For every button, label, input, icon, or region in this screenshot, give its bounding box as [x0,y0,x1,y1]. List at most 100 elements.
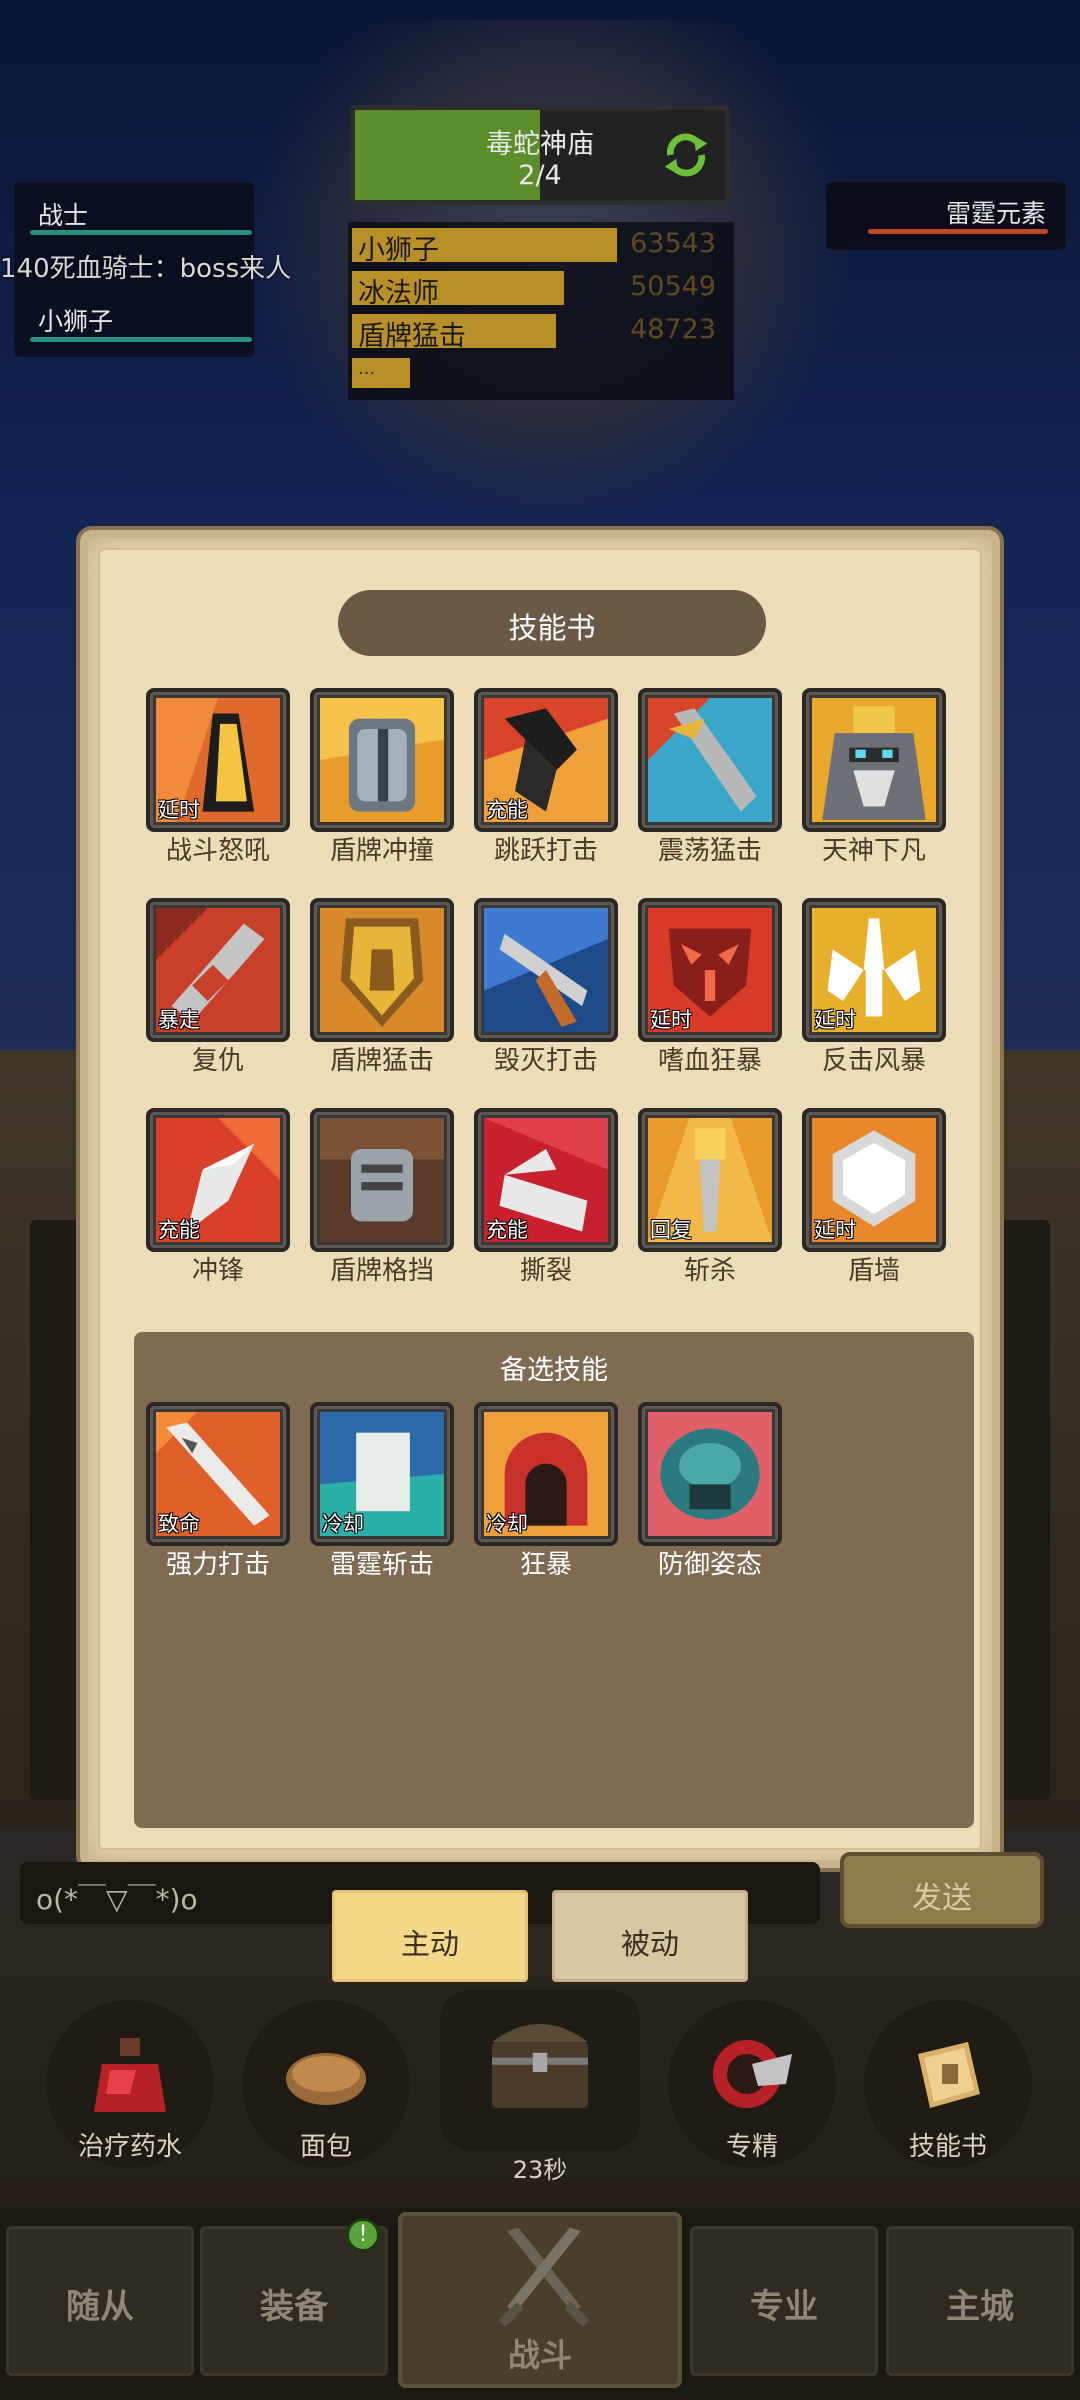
skill-slot[interactable]: 毁灭打击 [470,898,622,1076]
party-chat-message: 140死血骑士：boss来人 [0,254,292,284]
skill-name: 战斗怒吼 [165,836,270,866]
nav-followers[interactable]: 随从 [6,2226,194,2376]
skill-icon-frame: 充能 [146,1108,290,1252]
skill-book-parchment: 技能书 延时 战斗怒吼 盾牌冲撞 充能 跳跃打击 震荡猛击 天神下凡 暴走 复仇… [98,548,982,1850]
enemy-hp-bar [868,229,1048,234]
damage-ranking-panel[interactable]: 小狮子 63543 冰法师 50549 盾牌猛击 48723 ... [348,222,734,400]
skill-slot[interactable]: 充能 撕裂 [470,1108,622,1286]
chat-input-text: o(*￣▽￣*)o [36,1883,198,1916]
skill-icon-frame: 冷却 [474,1402,618,1546]
tab-passive-label: 被动 [620,1927,679,1961]
reserve-skills-panel: 备选技能 致命 强力打击 冷却 雷霆斩击 冷却 狂暴 防御姿态 [134,1332,974,1828]
damage-more-button[interactable]: ... [352,358,410,388]
treasure-chest[interactable] [440,1990,640,2150]
treasure-chest-icon [492,2024,588,2108]
skill-icon-frame [310,688,454,832]
nav-battle-label: 战斗 [507,2336,572,2374]
skill-name: 天神下凡 [821,836,926,866]
shield-charge-icon [320,698,444,822]
skill-slot[interactable]: 回复 斩杀 [634,1108,786,1286]
shield-slam-icon [320,908,444,1032]
reserve-skill-slot[interactable]: 冷却 狂暴 [470,1402,622,1580]
skill-icon-frame [474,898,618,1042]
skill-name: 毁灭打击 [493,1046,598,1076]
skill-slot[interactable]: 天神下凡 [798,688,950,866]
shockwave-slam-icon [648,698,772,822]
crossed-swords-icon [498,2227,590,2327]
skill-icon-frame: 充能 [474,688,618,832]
skill-book-title: 技能书 [508,611,596,645]
bread-icon [286,2053,366,2105]
equipment-notification-badge: ! [346,2218,380,2252]
skill-slot[interactable]: 盾牌猛击 [306,898,458,1076]
reserve-skill-slot[interactable]: 冷却 雷霆斩击 [306,1402,458,1580]
skill-icon-frame [802,688,946,832]
skill-tag: 充能 [158,1218,200,1242]
skill-slot[interactable]: 延时 嗜血狂暴 [634,898,786,1076]
tab-active-label: 主动 [400,1927,459,1961]
quick-health-potion[interactable]: 治疗药水 [46,2000,214,2168]
skill-slot[interactable]: 延时 反击风暴 [798,898,950,1076]
skill-slot[interactable]: 盾牌格挡 [306,1108,458,1286]
party-member-warrior: 战士 [38,201,89,230]
skill-slot[interactable]: 暴走 复仇 [142,898,294,1076]
defensive-stance-icon [648,1412,772,1536]
damage-row-value: 63543 [630,228,716,259]
skill-name: 震荡猛击 [657,836,762,866]
avatar-icon [812,698,936,822]
tab-passive-skills[interactable]: 被动 [552,1890,748,1982]
skill-tag: 充能 [486,1218,528,1242]
skill-name: 雷霆斩击 [329,1550,434,1580]
skill-book-icon [918,2042,980,2108]
skill-tag: 充能 [486,798,528,822]
skill-slot[interactable]: 震荡猛击 [634,688,786,866]
skill-book-modal: 技能书 延时 战斗怒吼 盾牌冲撞 充能 跳跃打击 震荡猛击 天神下凡 暴走 复仇… [80,530,1000,1868]
skill-slot[interactable]: 充能 冲锋 [142,1108,294,1286]
nav-battle[interactable]: 战斗 [398,2212,682,2388]
damage-row-name: 冰法师 [358,278,439,309]
nav-profession[interactable]: 专业 [690,2226,878,2376]
quick-skill-book[interactable]: 技能书 [864,2000,1032,2168]
damage-row: 冰法师 50549 [352,269,730,309]
skill-icon-frame: 延时 [802,1108,946,1252]
skill-icon-frame: 致命 [146,1402,290,1546]
skill-slot[interactable]: 延时 战斗怒吼 [142,688,294,866]
skill-slot[interactable]: 充能 跳跃打击 [470,688,622,866]
party-member-lion-hp-bar [30,337,252,342]
skill-name: 盾牌猛击 [329,1046,434,1076]
skill-name: 盾牌格挡 [329,1256,434,1286]
enemy-panel[interactable]: 雷霆元素 [826,182,1066,250]
skill-book-title-bar: 技能书 [338,590,766,656]
skill-name: 冲锋 [191,1256,244,1286]
arena-side-panel-right [1000,1220,1050,1800]
send-button-label: 发送 [912,1881,972,1916]
skill-tag: 冷却 [322,1512,364,1536]
skill-icon-frame: 回复 [638,1108,782,1252]
nav-main-city-label: 主城 [946,2287,1014,2327]
send-button[interactable]: 发送 [840,1852,1044,1928]
tab-active-skills[interactable]: 主动 [332,1890,528,1982]
damage-row: 盾牌猛击 48723 [352,312,730,352]
refresh-icon[interactable] [657,126,715,184]
damage-row-value: 48723 [630,314,716,345]
health-potion-icon [94,2038,166,2112]
quick-specialization-label: 专精 [725,2132,778,2162]
skill-name: 跳跃打击 [493,836,598,866]
quick-specialization[interactable]: 专精 [668,2000,836,2168]
damage-row: 小狮子 63543 [352,226,730,266]
quick-bread[interactable]: 面包 [242,2000,410,2168]
skill-tag: 延时 [650,1008,692,1032]
skill-slot[interactable]: 盾牌冲撞 [306,688,458,866]
skill-tag: 延时 [158,798,200,822]
party-member-warrior-hp-bar [30,230,252,235]
shield-block-icon [320,1118,444,1242]
nav-main-city[interactable]: 主城 [886,2226,1074,2376]
nav-equipment-label: 装备 [260,2287,328,2327]
reserve-skill-slot[interactable]: 防御姿态 [634,1402,786,1580]
skill-icon-frame: 延时 [146,688,290,832]
quick-skill-book-label: 技能书 [908,2132,987,2162]
skill-slot[interactable]: 延时 盾墙 [798,1108,950,1286]
damage-row-name: 小狮子 [358,235,439,266]
reserve-skill-slot[interactable]: 致命 强力打击 [142,1402,294,1580]
skill-name: 复仇 [191,1046,244,1076]
